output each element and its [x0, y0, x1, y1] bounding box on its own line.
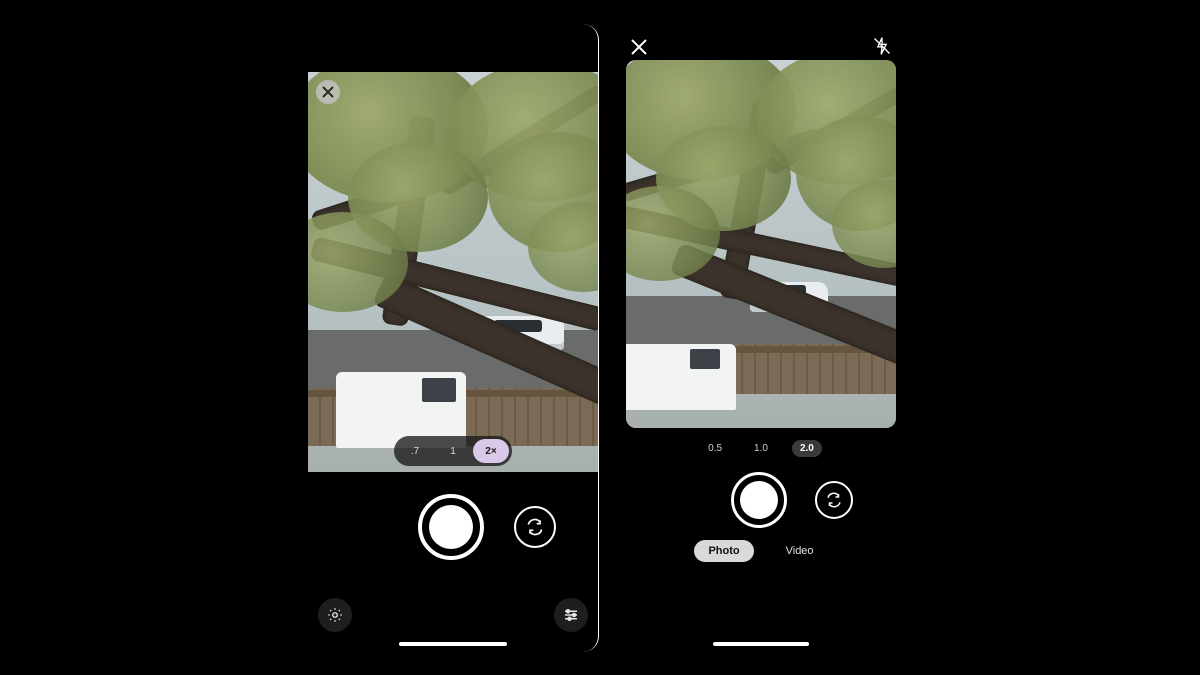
zoom-option-0[interactable]: .7: [397, 439, 433, 463]
close-button[interactable]: [316, 80, 340, 104]
home-indicator[interactable]: [399, 642, 507, 646]
zoom-option-2[interactable]: 2×: [473, 439, 509, 463]
zoom-selector[interactable]: 0.5 1.0 2.0: [616, 440, 906, 457]
zoom-option-0[interactable]: 0.5: [700, 440, 730, 457]
shutter-inner: [740, 481, 778, 519]
shutter-row: [616, 472, 906, 528]
camera-viewfinder[interactable]: .7 1 2×: [308, 72, 598, 472]
flip-camera-button[interactable]: [815, 481, 853, 519]
mode-video[interactable]: Video: [772, 540, 828, 562]
flip-camera-icon: [825, 491, 843, 509]
close-button[interactable]: [630, 38, 648, 56]
shutter-button[interactable]: [731, 472, 787, 528]
sliders-icon: [562, 606, 580, 624]
home-indicator[interactable]: [713, 642, 809, 646]
mode-photo[interactable]: Photo: [694, 540, 753, 562]
shutter-row: [308, 494, 598, 560]
flash-off-button[interactable]: [872, 36, 892, 56]
gear-icon: [326, 606, 344, 624]
flip-camera-button[interactable]: [514, 506, 556, 548]
spacer: [669, 483, 703, 517]
zoom-selector[interactable]: .7 1 2×: [394, 436, 512, 466]
close-icon: [322, 86, 334, 98]
adjustments-button[interactable]: [554, 598, 588, 632]
close-icon: [630, 38, 648, 56]
flip-camera-icon: [525, 517, 545, 537]
shutter-button[interactable]: [418, 494, 484, 560]
shutter-inner: [429, 505, 473, 549]
scene-van: [626, 344, 736, 410]
phone-screenshot-right: 0.5 1.0 2.0 Photo Video: [616, 24, 906, 652]
capture-mode-row[interactable]: Photo Video: [616, 540, 906, 562]
flash-off-icon: [872, 36, 892, 56]
zoom-option-1[interactable]: 1.0: [746, 440, 776, 457]
camera-viewfinder[interactable]: [626, 60, 896, 428]
spacer: [350, 508, 388, 546]
settings-button[interactable]: [318, 598, 352, 632]
comparison-stage: .7 1 2×: [0, 0, 1200, 675]
zoom-option-2[interactable]: 2.0: [792, 440, 822, 457]
zoom-option-1[interactable]: 1: [435, 439, 471, 463]
phone-screenshot-left: .7 1 2×: [308, 24, 599, 652]
